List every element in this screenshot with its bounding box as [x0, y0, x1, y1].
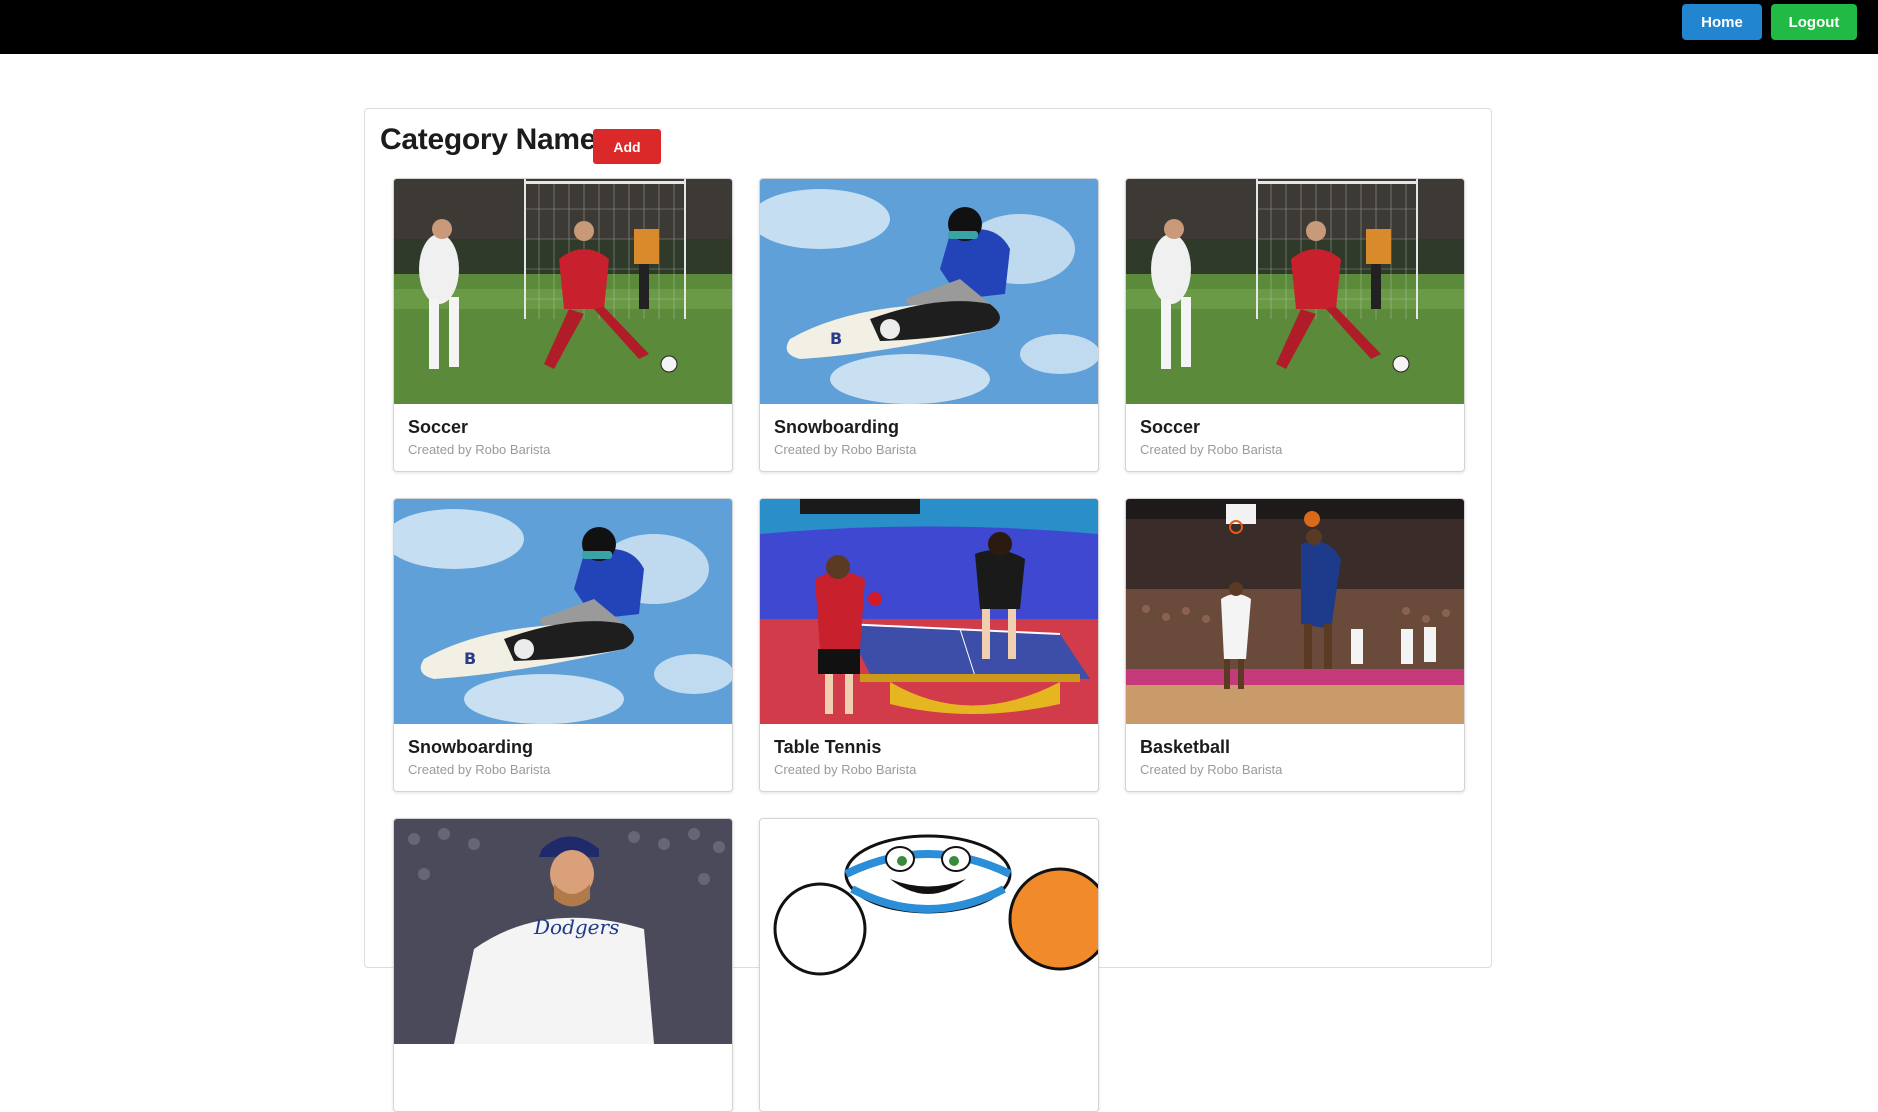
svg-text:B: B: [464, 649, 476, 668]
card-title: Soccer: [1140, 417, 1201, 437]
card-title: Snowboarding: [774, 417, 899, 437]
card-meta: Created by Robo Barista: [1140, 442, 1283, 457]
svg-text:Dodgers: Dodgers: [533, 915, 619, 939]
category-card[interactable]: [759, 818, 1099, 1112]
logout-button[interactable]: Logout: [1771, 4, 1857, 40]
page-title: Category Names: [380, 123, 613, 156]
card-meta: Created by Robo Barista: [774, 762, 917, 777]
table-tennis-photo: [760, 499, 1098, 724]
category-card[interactable]: B Snowboarding Created by Robo Barista: [393, 498, 733, 792]
category-card[interactable]: Basketball Created by Robo Barista: [1125, 498, 1465, 792]
card-meta: Created by Robo Barista: [408, 762, 551, 777]
card-title: Soccer: [408, 417, 469, 437]
category-card[interactable]: Soccer Created by Robo Barista: [1125, 178, 1465, 472]
category-card[interactable]: Dodgers: [393, 818, 733, 1112]
snowboard-photo: B: [760, 179, 1098, 404]
category-panel: Category Names Add Soccer Created by Rob…: [364, 108, 1492, 1112]
category-card[interactable]: Soccer Created by Robo Barista: [393, 178, 733, 472]
card-title: Table Tennis: [774, 737, 882, 757]
soccer-photo: [394, 179, 732, 404]
cartoon-mascot-illustration: [760, 819, 1098, 1044]
svg-text:B: B: [830, 329, 842, 348]
home-button[interactable]: Home: [1682, 4, 1762, 40]
snowboard-photo: B: [394, 499, 732, 724]
basketball-photo: [1126, 499, 1464, 724]
card-meta: Created by Robo Barista: [408, 442, 551, 457]
baseball-pitcher-photo: Dodgers: [394, 819, 732, 1044]
category-card[interactable]: B Snowboarding Created by Robo Barista: [759, 178, 1099, 472]
card-meta: Created by Robo Barista: [1140, 762, 1283, 777]
top-nav-bar: Home Logout: [0, 0, 1878, 54]
soccer-photo: [1126, 179, 1464, 404]
card-title: Basketball: [1140, 737, 1231, 757]
card-meta: Created by Robo Barista: [774, 442, 917, 457]
category-card[interactable]: Table Tennis Created by Robo Barista: [759, 498, 1099, 792]
add-category-button[interactable]: Add: [593, 129, 661, 164]
card-title: Snowboarding: [408, 737, 533, 757]
